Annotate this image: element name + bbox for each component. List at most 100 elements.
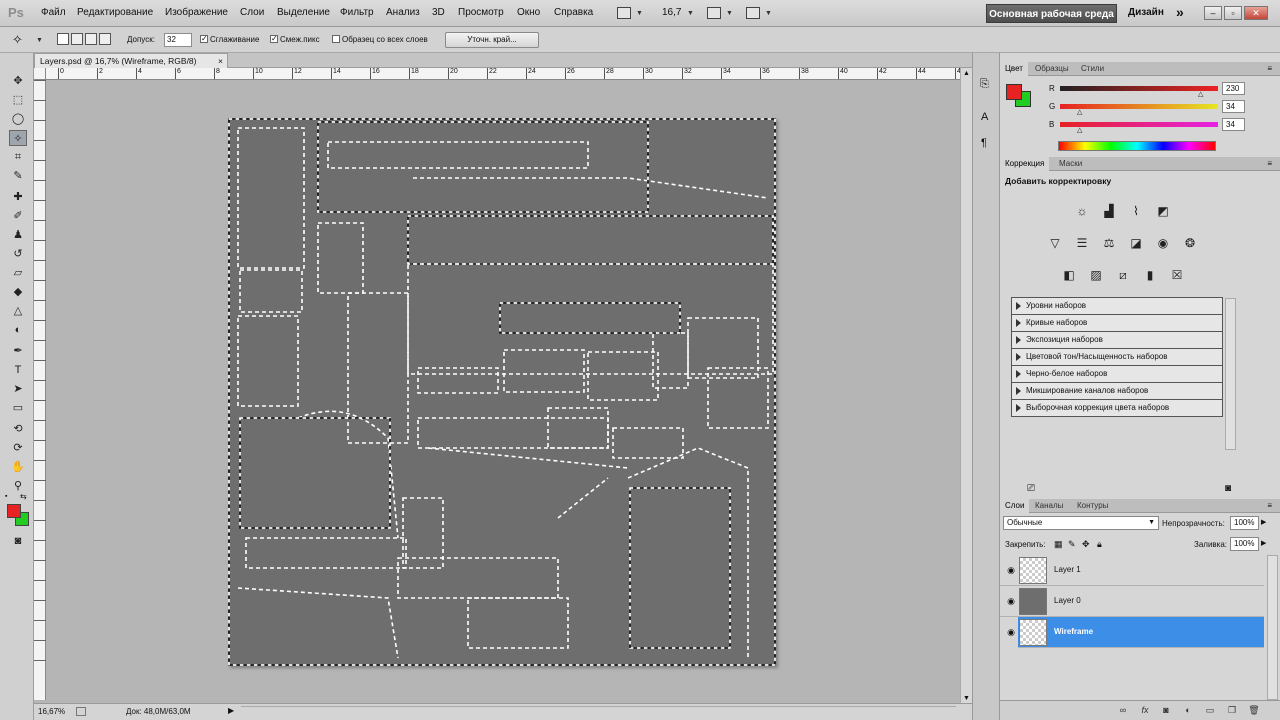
preset-exposure[interactable]: Экспозиция наборов bbox=[1011, 332, 1223, 349]
workspace-design[interactable]: Дизайн bbox=[1128, 7, 1164, 18]
chevron-down-icon[interactable]: ▼ bbox=[36, 37, 43, 44]
add-mask-icon[interactable]: ◙ bbox=[1160, 705, 1172, 715]
menu-image[interactable]: Изображение bbox=[165, 7, 228, 18]
preset-curves[interactable]: Кривые наборов bbox=[1011, 315, 1223, 332]
blur-tool-icon[interactable]: △ bbox=[9, 303, 27, 319]
paragraph-panel-icon[interactable]: ¶ bbox=[981, 137, 987, 149]
3d-orbit-tool-icon[interactable]: ⟳ bbox=[9, 440, 27, 456]
r-value[interactable]: 230 bbox=[1222, 82, 1245, 95]
menu-window[interactable]: Окно bbox=[517, 7, 540, 18]
hue-saturation-icon[interactable]: ☰ bbox=[1073, 235, 1091, 251]
crop-tool-icon[interactable]: ⌗ bbox=[9, 149, 27, 165]
refine-edge-button[interactable]: Уточн. край... bbox=[445, 32, 539, 48]
eraser-tool-icon[interactable]: ▱ bbox=[9, 265, 27, 281]
menu-analysis[interactable]: Анализ bbox=[386, 7, 420, 18]
preset-selective-color[interactable]: Выборочная коррекция цвета наборов bbox=[1011, 400, 1223, 417]
scroll-up-icon[interactable]: ▲ bbox=[963, 70, 970, 77]
opacity-slider-icon[interactable]: ▶ bbox=[1261, 518, 1266, 526]
magic-wand-icon[interactable]: ✧ bbox=[12, 32, 23, 48]
move-tool-icon[interactable]: ✥ bbox=[9, 73, 27, 89]
b-value[interactable]: 34 bbox=[1222, 118, 1245, 131]
eyedropper-tool-icon[interactable]: ✎ bbox=[9, 168, 27, 184]
blend-mode-select[interactable]: Обычные ▼ bbox=[1003, 516, 1159, 530]
g-slider-handle-icon[interactable]: △ bbox=[1077, 108, 1082, 116]
shape-tool-icon[interactable]: ▭ bbox=[9, 400, 27, 416]
layers-scrollbar[interactable] bbox=[1267, 555, 1278, 700]
layer-row-selected[interactable]: Wireframe bbox=[1018, 617, 1264, 648]
chevron-down-icon[interactable]: ▼ bbox=[636, 10, 643, 17]
maximize-icon[interactable]: ▫ bbox=[1224, 6, 1242, 20]
character-panel-icon[interactable]: A bbox=[981, 111, 988, 123]
arrange-icon[interactable] bbox=[707, 7, 721, 19]
link-layers-icon[interactable]: ∞ bbox=[1117, 705, 1129, 715]
chevron-down-icon[interactable]: ▼ bbox=[765, 10, 772, 17]
info-icon[interactable] bbox=[76, 707, 86, 716]
pen-tool-icon[interactable]: ✒ bbox=[9, 343, 27, 359]
antialias-checkbox[interactable]: ✓ bbox=[200, 35, 208, 43]
tab-color[interactable]: Цвет bbox=[1000, 62, 1028, 76]
color-spectrum-bar[interactable] bbox=[1058, 141, 1216, 151]
exposure-icon[interactable]: ◩ bbox=[1154, 203, 1172, 219]
eye-icon[interactable]: ◉ bbox=[1005, 596, 1017, 606]
fill-input[interactable]: 100% bbox=[1230, 537, 1259, 551]
tab-styles[interactable]: Стили bbox=[1076, 62, 1109, 76]
fill-slider-icon[interactable]: ▶ bbox=[1261, 539, 1266, 547]
history-brush-tool-icon[interactable]: ↺ bbox=[9, 246, 27, 262]
marquee-tool-icon[interactable]: ⬚ bbox=[9, 92, 27, 108]
paint-bucket-tool-icon[interactable]: ◆ bbox=[9, 284, 27, 300]
menu-filter[interactable]: Фильтр bbox=[340, 7, 374, 18]
lock-transparency-icon[interactable]: ▦ bbox=[1054, 539, 1063, 550]
eye-icon[interactable]: ◉ bbox=[1005, 565, 1017, 575]
panel-menu-icon[interactable]: ≡ bbox=[1267, 159, 1272, 168]
new-layer-icon[interactable]: ❐ bbox=[1226, 705, 1238, 715]
type-tool-icon[interactable]: T bbox=[9, 362, 27, 378]
workspace-essentials-button[interactable]: Основная рабочая среда bbox=[986, 4, 1117, 23]
clone-stamp-tool-icon[interactable]: ♟ bbox=[9, 227, 27, 243]
curves-icon[interactable]: ⌇ bbox=[1127, 203, 1145, 219]
menu-view[interactable]: Просмотр bbox=[458, 7, 504, 18]
clip-to-layer-icon[interactable]: ⎚ bbox=[1027, 483, 1035, 494]
menu-3d[interactable]: 3D bbox=[432, 7, 445, 18]
layer-row[interactable]: ◉ Layer 0 bbox=[1000, 586, 1264, 617]
layer-row[interactable]: ◉ Layer 1 bbox=[1000, 555, 1264, 586]
levels-icon[interactable]: ▟ bbox=[1100, 203, 1118, 219]
new-group-icon[interactable]: ▭ bbox=[1204, 705, 1216, 715]
lasso-tool-icon[interactable]: ◯ bbox=[9, 111, 27, 127]
status-menu-icon[interactable]: ▶ bbox=[228, 706, 234, 715]
lock-all-icon[interactable]: 🔒︎ bbox=[1097, 539, 1102, 550]
tab-masks[interactable]: Маски bbox=[1054, 157, 1087, 171]
lock-pixels-icon[interactable]: ✎ bbox=[1068, 539, 1076, 550]
r-slider-handle-icon[interactable]: △ bbox=[1198, 90, 1203, 98]
threshold-icon[interactable]: ⧄ bbox=[1114, 267, 1132, 283]
color-balance-icon[interactable]: ⚖ bbox=[1100, 235, 1118, 251]
magic-wand-tool-icon[interactable]: ✧ bbox=[9, 130, 27, 146]
menu-layers[interactable]: Слои bbox=[240, 7, 264, 18]
menu-select[interactable]: Выделение bbox=[277, 7, 330, 18]
more-workspaces-icon[interactable]: » bbox=[1176, 4, 1184, 20]
add-selection-icon[interactable] bbox=[71, 33, 83, 45]
foreground-color-swatch[interactable] bbox=[7, 504, 21, 518]
panel-menu-icon[interactable]: ≡ bbox=[1267, 501, 1272, 510]
black-white-icon[interactable]: ◪ bbox=[1127, 235, 1145, 251]
preset-black-white[interactable]: Черно-белое наборов bbox=[1011, 366, 1223, 383]
selective-color-icon[interactable]: ☒ bbox=[1168, 267, 1186, 283]
hand-tool-icon[interactable]: ✋ bbox=[9, 459, 27, 475]
posterize-icon[interactable]: ▨ bbox=[1087, 267, 1105, 283]
tab-swatches[interactable]: Образцы bbox=[1030, 62, 1074, 76]
history-panel-icon[interactable]: ⎘ bbox=[980, 78, 989, 91]
intersect-selection-icon[interactable] bbox=[99, 33, 111, 45]
zoom-level[interactable]: 16,7 bbox=[662, 7, 681, 18]
tolerance-input[interactable]: 32 bbox=[164, 33, 192, 47]
opacity-input[interactable]: 100% bbox=[1230, 516, 1259, 530]
zoom-status[interactable]: 16,67% bbox=[38, 707, 65, 716]
3d-rotate-tool-icon[interactable]: ⟲ bbox=[9, 421, 27, 437]
lock-position-icon[interactable]: ✥ bbox=[1082, 539, 1090, 550]
layer-style-icon[interactable]: fx bbox=[1139, 705, 1151, 715]
brush-tool-icon[interactable]: ✐ bbox=[9, 208, 27, 224]
panel-menu-icon[interactable]: ≡ bbox=[1267, 64, 1272, 73]
menu-edit[interactable]: Редактирование bbox=[77, 7, 153, 18]
document-tab[interactable]: Layers.psd @ 16,7% (Wireframe, RGB/8) × bbox=[34, 53, 228, 68]
tab-layers[interactable]: Слои bbox=[1000, 499, 1030, 513]
preset-hue-saturation[interactable]: Цветовой тон/Насыщенность наборов bbox=[1011, 349, 1223, 366]
menu-help[interactable]: Справка bbox=[554, 7, 593, 18]
